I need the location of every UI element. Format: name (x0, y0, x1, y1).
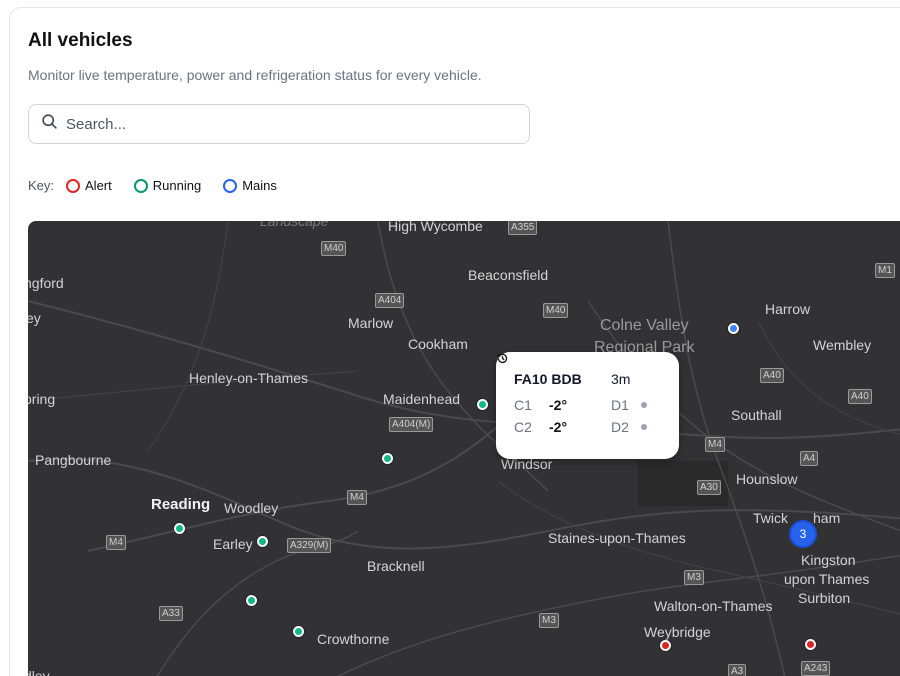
road-shield: M4 (347, 490, 367, 505)
vehicle-marker-running[interactable] (246, 595, 257, 606)
place-label: Walton-on-Thames (654, 598, 773, 614)
key-item-alert: Alert (66, 178, 112, 193)
vehicle-marker-alert[interactable] (805, 639, 816, 650)
vehicles-card: All vehicles Monitor live temperature, p… (9, 7, 900, 676)
place-label: Surbiton (798, 590, 851, 606)
compartment-temp: -2° (549, 419, 568, 435)
place-label: ey (28, 310, 41, 326)
page-subtitle: Monitor live temperature, power and refr… (28, 67, 482, 83)
place-label: Reading (151, 496, 211, 513)
place-label: Staines-upon-Thames (548, 530, 686, 546)
compartment-temp: -2° (549, 397, 568, 413)
page-title: All vehicles (28, 30, 133, 51)
road-shield: A355 (508, 221, 538, 235)
vehicle-marker-running[interactable] (293, 626, 304, 637)
place-label: Landscape (260, 221, 329, 229)
place-label: dley (28, 668, 50, 676)
place-label: Maidenhead (383, 391, 461, 407)
place-label: Earley (213, 536, 253, 552)
place-label: Marlow (348, 315, 394, 331)
road-shield: M1 (875, 263, 895, 278)
road-shield: M40 (321, 241, 347, 256)
place-label: Woodley (224, 500, 279, 516)
map-key: Key: Alert Running Mains (28, 178, 299, 193)
place-label: Pangbourne (35, 452, 112, 468)
road-shield: A329(M) (287, 538, 332, 553)
vehicle-marker-running[interactable] (382, 453, 393, 464)
place-label: Harrow (765, 301, 811, 317)
search-icon (41, 113, 58, 135)
door-status-dot-icon (641, 402, 647, 408)
mains-dot-icon (223, 178, 238, 193)
place-label: High Wycombe (388, 221, 483, 234)
place-label: ngford (28, 275, 64, 291)
road-shield: A40 (760, 368, 784, 383)
door-label: D2 (611, 419, 629, 435)
key-label: Key: (28, 178, 55, 193)
popup-header: FA10 BDB 3m (497, 353, 661, 387)
vehicle-marker-running[interactable] (477, 399, 488, 410)
road-shield: A4 (800, 451, 819, 466)
vehicle-marker-running[interactable] (257, 536, 268, 547)
road-shield: A40 (848, 389, 872, 404)
place-label: Beaconsfield (468, 267, 549, 283)
place-label: Weybridge (644, 624, 711, 640)
key-item-label: Running (152, 178, 202, 193)
place-label: ham (813, 510, 841, 526)
road-shield: M40 (543, 303, 569, 318)
popup-readings: C1 -2° D1 C2 -2° D2 (514, 397, 661, 435)
place-label: Crowthorne (317, 631, 390, 647)
place-label: Cookham (408, 336, 468, 352)
road-shield: A30 (697, 480, 721, 495)
key-item-label: Alert (85, 178, 112, 193)
vehicle-marker-running[interactable] (174, 523, 185, 534)
search-input[interactable] (66, 115, 486, 133)
place-label: Bracknell (367, 558, 425, 574)
place-label: Southall (731, 407, 782, 423)
place-label: Henley-on-Thames (189, 370, 309, 386)
road-shield: M3 (539, 613, 559, 628)
place-label: oring (28, 391, 56, 407)
road-shield: A404 (375, 293, 405, 308)
key-item-label: Mains (242, 178, 277, 193)
key-item-mains: Mains (223, 178, 277, 193)
last-update-value: 3m (611, 371, 631, 387)
road-shield: A3 (728, 664, 747, 676)
compartment-label: C1 (514, 397, 532, 413)
vehicle-registration: FA10 BDB (514, 371, 582, 387)
last-update: 3m (497, 353, 631, 387)
place-label: Wembley (813, 337, 872, 353)
vehicle-popup[interactable]: FA10 BDB 3m C1 -2° D1 C2 -2° D2 (496, 352, 679, 459)
road-shield: A404(M) (389, 417, 434, 432)
door-label: D1 (611, 397, 629, 413)
road-shield: A33 (159, 606, 183, 621)
place-label: Hounslow (736, 471, 798, 487)
compartment-label: C2 (514, 419, 532, 435)
place-label: Twick (753, 510, 788, 526)
vehicle-marker-alert[interactable] (660, 640, 671, 651)
place-label: Colne Valley (600, 317, 689, 334)
vehicle-marker-mains[interactable] (728, 323, 739, 334)
road-shield: M3 (684, 570, 704, 585)
road-shield: M4 (705, 437, 725, 452)
alert-dot-icon (66, 178, 81, 193)
road-shield: M4 (106, 535, 126, 550)
road-shield: A243 (801, 661, 831, 676)
place-label: upon Thames (784, 571, 870, 587)
vehicle-cluster[interactable]: 3 (789, 520, 817, 548)
vehicle-map[interactable]: Landscape High Wycombe Beaconsfield ngfo… (28, 221, 900, 676)
door-status-dot-icon (641, 424, 647, 430)
place-label: Kingston (801, 552, 856, 568)
running-dot-icon (133, 178, 148, 193)
key-item-running: Running (133, 178, 202, 193)
search-box[interactable] (28, 104, 530, 144)
